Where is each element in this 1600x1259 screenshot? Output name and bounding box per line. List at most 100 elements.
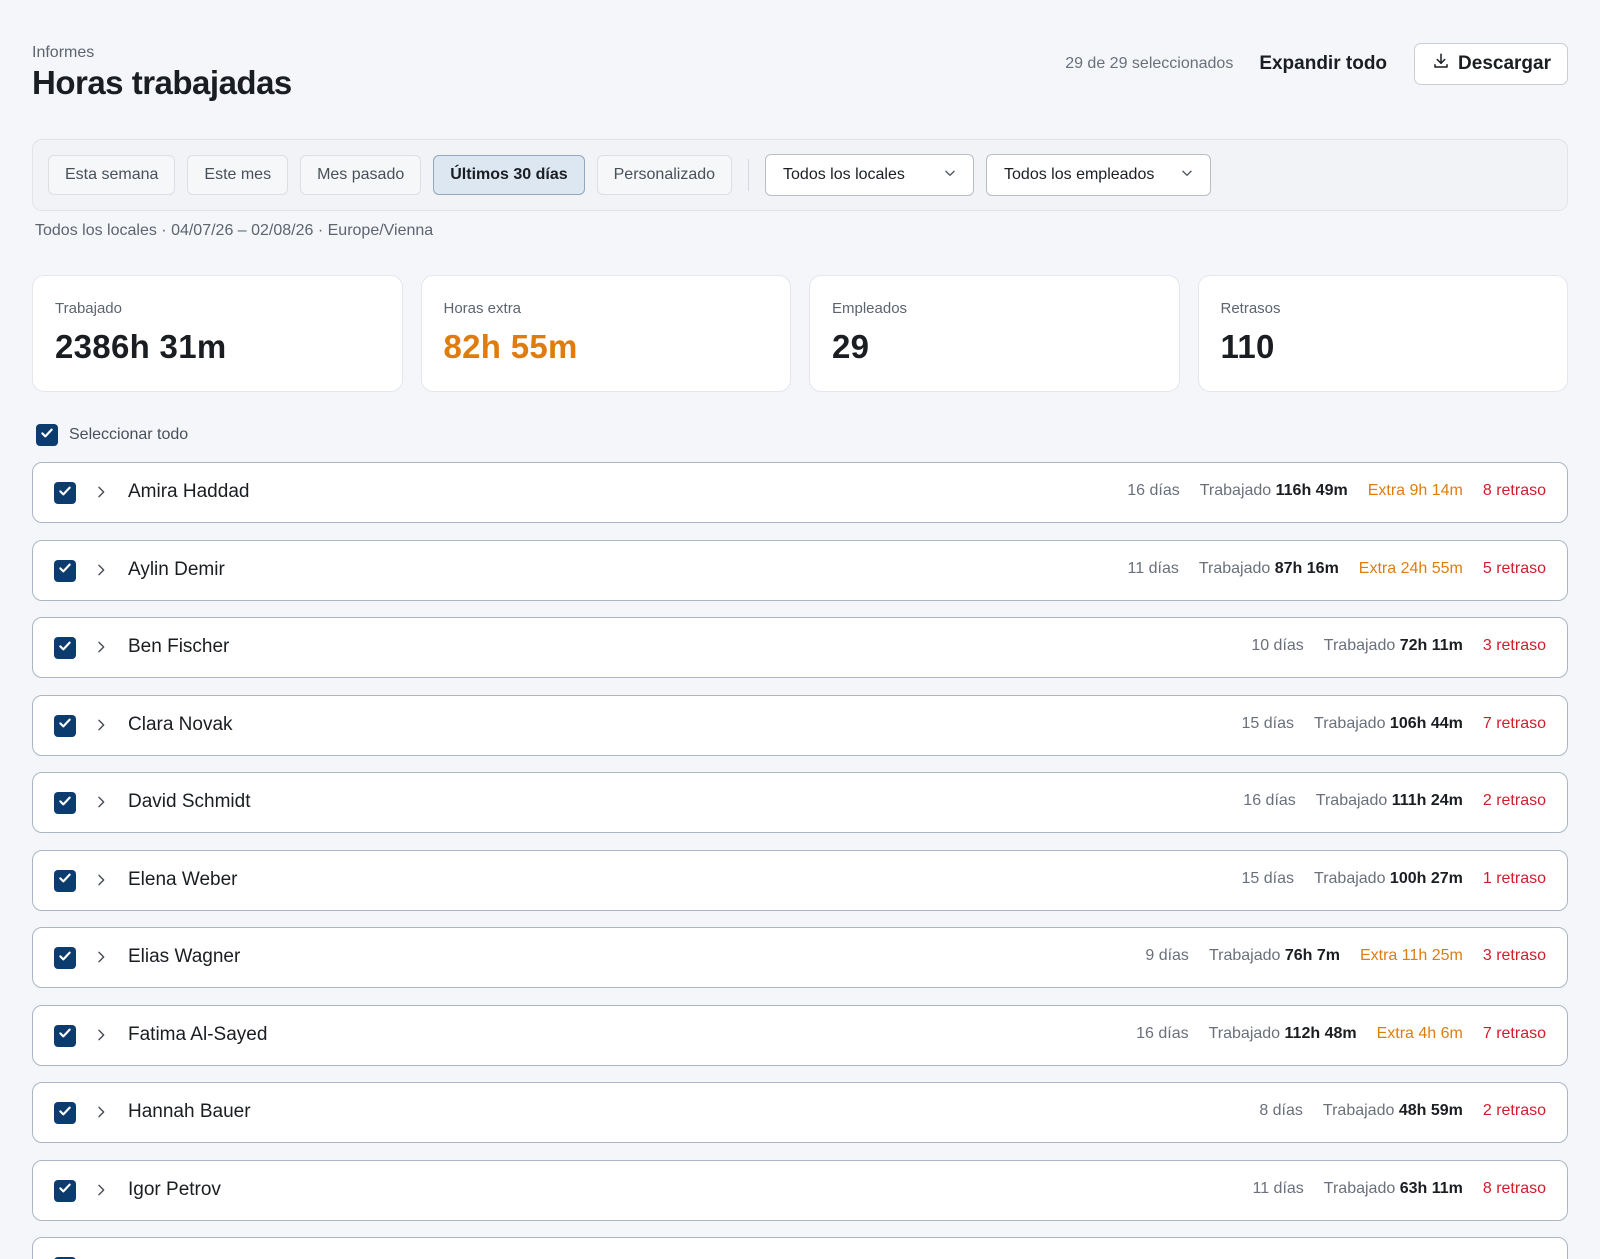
stat-label: Retrasos (1220, 300, 1281, 317)
employee-days: 9 días (1145, 947, 1189, 964)
range-last-30-days[interactable]: Últimos 30 días (433, 155, 585, 195)
check-icon (57, 870, 73, 891)
employee-overtime: Extra 9h 14m (1367, 482, 1463, 499)
chevron-right-icon[interactable] (93, 794, 109, 810)
employee-overtime: Extra 11h 25m (1359, 947, 1463, 964)
header-actions: 29 de 29 seleccionados Expandir todo Des… (1065, 43, 1568, 85)
employee-checkbox[interactable] (54, 947, 76, 969)
employee-name: Fatima Al-Sayed (128, 1023, 268, 1045)
worked-label: Trabajado (1323, 637, 1396, 654)
chevron-right-icon[interactable] (93, 1104, 109, 1120)
employee-late: 5 retraso (1482, 559, 1546, 577)
worked-value: 72h 11m (1399, 637, 1463, 654)
stat-card-late: Retrasos 110 (1197, 275, 1568, 392)
employee-name: Ben Fischer (128, 636, 230, 657)
range-last-month[interactable]: Mes pasado (300, 155, 422, 195)
employee-row[interactable]: Elena Weber 15 días Trabajado 100h 27m 1… (32, 849, 1568, 911)
employee-stats: 8 días Trabajado 48h 59m 2 retraso (1259, 1102, 1546, 1120)
chevron-right-icon[interactable] (93, 872, 109, 888)
employee-row[interactable]: Aylin Demir 11 días Trabajado 87h 16m Ex… (32, 539, 1568, 601)
employee-stats: 10 días Trabajado 72h 11m 3 retraso (1251, 637, 1546, 655)
employee-late: 2 retraso (1482, 792, 1546, 809)
employee-name: Elias Wagner (128, 946, 241, 967)
chevron-right-icon[interactable] (93, 1027, 109, 1043)
employee-late: 2 retraso (1482, 1102, 1546, 1119)
employee-worked: Trabajado 76h 7m (1209, 947, 1340, 965)
worked-value: 112h 48m (1284, 1024, 1357, 1042)
filter-summary: Todos los locales · 04/07/26 – 02/08/26 … (35, 222, 434, 239)
stat-card-employees: Empleados 29 (809, 275, 1180, 392)
employees-select[interactable]: Todos los empleados (986, 154, 1212, 196)
stat-value: 2386h 31m (55, 328, 227, 365)
employee-checkbox[interactable] (54, 714, 76, 737)
employee-checkbox[interactable] (54, 482, 76, 504)
chevron-right-icon[interactable] (93, 717, 109, 733)
stat-label: Trabajado (55, 300, 122, 317)
employee-checkbox[interactable] (54, 1179, 76, 1202)
employee-checkbox[interactable] (54, 637, 76, 659)
employee-worked: Trabajado 87h 16m (1199, 560, 1339, 578)
employee-checkbox[interactable] (54, 869, 76, 892)
employee-checkbox[interactable] (54, 1024, 76, 1047)
locations-select[interactable]: Todos los locales (765, 154, 975, 196)
employee-days: 11 días (1252, 1179, 1304, 1197)
employee-row[interactable]: Clara Novak 15 días Trabajado 106h 44m 7… (32, 694, 1568, 756)
employee-stats: 16 días Trabajado 111h 24m 2 retraso (1243, 792, 1546, 810)
employee-row[interactable]: Fatima Al-Sayed 16 días Trabajado 112h 4… (32, 1004, 1568, 1066)
select-all[interactable]: Seleccionar todo (36, 424, 188, 446)
worked-label: Trabajado (1199, 482, 1272, 499)
range-this-month[interactable]: Este mes (187, 155, 289, 195)
employee-checkbox[interactable] (54, 559, 76, 582)
worked-label: Trabajado (1322, 1102, 1395, 1119)
employee-overtime: Extra 24h 55m (1358, 559, 1463, 577)
range-custom[interactable]: Personalizado (596, 155, 733, 195)
expand-all-button[interactable]: Expandir todo (1259, 53, 1387, 75)
employee-row[interactable]: Hannah Bauer 8 días Trabajado 48h 59m 2 … (32, 1082, 1568, 1143)
filter-bar: Esta semana Este mes Mes pasado Últimos … (32, 139, 1568, 211)
employee-name: Igor Petrov (128, 1178, 221, 1200)
employee-row[interactable]: Ben Fischer 10 días Trabajado 72h 11m 3 … (32, 617, 1568, 678)
worked-value: 111h 24m (1391, 792, 1463, 809)
chevron-right-icon[interactable] (93, 484, 109, 500)
breadcrumb[interactable]: Informes (32, 44, 94, 62)
worked-value: 48h 59m (1398, 1102, 1463, 1119)
employee-worked: Trabajado 111h 24m (1316, 792, 1463, 810)
employee-row[interactable]: Igor Petrov 11 días Trabajado 63h 11m 8 … (32, 1159, 1568, 1221)
employee-name: Hannah Bauer (128, 1101, 251, 1122)
employee-row[interactable]: Elias Wagner 9 días Trabajado 76h 7m Ext… (32, 927, 1568, 988)
range-this-week[interactable]: Esta semana (48, 155, 176, 195)
employees-select-value: Todos los empleados (1004, 166, 1155, 183)
worked-value: 116h 49m (1275, 482, 1348, 499)
employee-row[interactable] (32, 1237, 1568, 1259)
chevron-right-icon[interactable] (93, 639, 109, 655)
check-icon (57, 1103, 73, 1124)
employee-late: 8 retraso (1482, 1179, 1546, 1197)
stat-label: Horas extra (443, 300, 522, 317)
worked-label: Trabajado (1315, 792, 1388, 809)
stat-label: Empleados (832, 300, 908, 317)
worked-value: 87h 16m (1274, 559, 1339, 577)
stat-cards: Trabajado 2386h 31m Horas extra 82h 55m … (32, 275, 1568, 392)
employee-worked: Trabajado 106h 44m (1314, 715, 1463, 733)
employee-worked: Trabajado 116h 49m (1200, 482, 1348, 500)
employee-stats: 11 días Trabajado 87h 16m Extra 24h 55m … (1128, 560, 1546, 578)
employee-checkbox[interactable] (54, 792, 76, 814)
employee-late: 7 retraso (1482, 1024, 1546, 1042)
worked-value: 63h 11m (1399, 1179, 1463, 1197)
employee-row[interactable]: Amira Haddad 16 días Trabajado 116h 49m … (32, 462, 1568, 523)
download-button[interactable]: Descargar (1414, 43, 1568, 85)
chevron-right-icon[interactable] (93, 1182, 109, 1198)
worked-label: Trabajado (1323, 1179, 1396, 1197)
select-all-checkbox[interactable] (36, 424, 58, 446)
worked-label: Trabajado (1314, 714, 1386, 732)
chevron-right-icon[interactable] (93, 562, 109, 578)
stat-value: 110 (1220, 328, 1275, 365)
employee-stats: 9 días Trabajado 76h 7m Extra 11h 25m 3 … (1145, 947, 1546, 965)
chevron-right-icon[interactable] (93, 949, 109, 965)
employee-row[interactable]: David Schmidt 16 días Trabajado 111h 24m… (32, 772, 1568, 833)
employee-days: 15 días (1241, 869, 1295, 887)
employee-checkbox[interactable] (54, 1102, 76, 1124)
check-icon (57, 560, 73, 581)
employee-worked: Trabajado 48h 59m (1323, 1102, 1463, 1120)
employee-name: Elena Weber (128, 868, 238, 890)
